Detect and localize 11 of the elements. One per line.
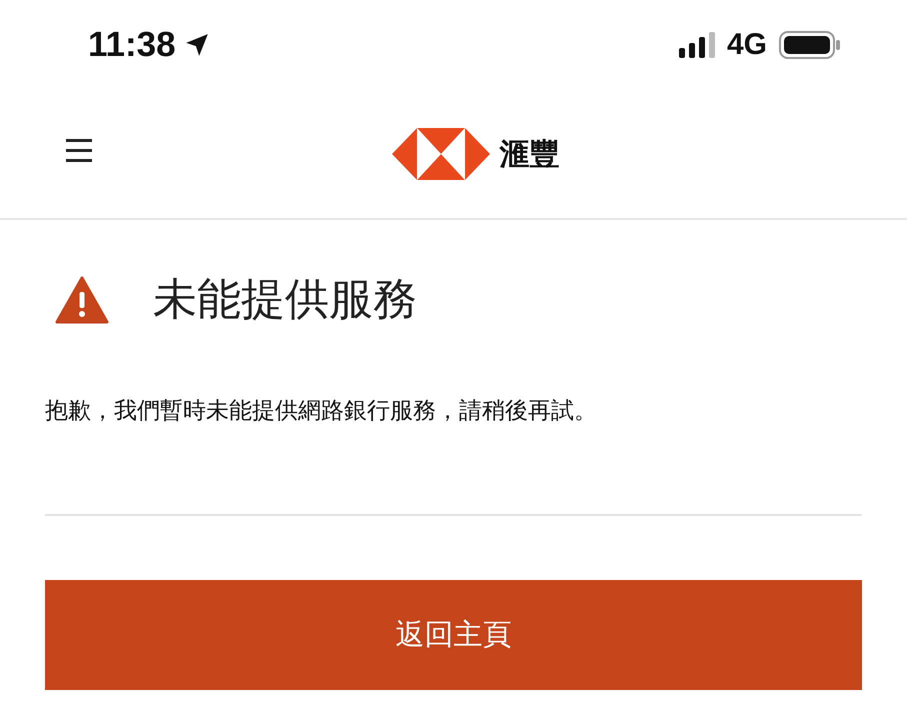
network-label: 4G bbox=[726, 28, 767, 62]
hexagon-logo-icon bbox=[392, 128, 490, 180]
warning-icon bbox=[55, 276, 109, 324]
error-title: 未能提供服務 bbox=[153, 273, 417, 327]
battery-icon bbox=[779, 31, 841, 59]
home-button[interactable]: 返回主頁 bbox=[45, 580, 862, 690]
brand-name: 滙豐 bbox=[500, 136, 560, 174]
error-message: 抱歉，我們暫時未能提供網路銀行服務，請稍後再試。 bbox=[45, 397, 598, 426]
location-arrow-icon bbox=[184, 32, 210, 58]
signal-icon bbox=[678, 32, 715, 58]
status-time: 11:38 bbox=[88, 25, 176, 65]
